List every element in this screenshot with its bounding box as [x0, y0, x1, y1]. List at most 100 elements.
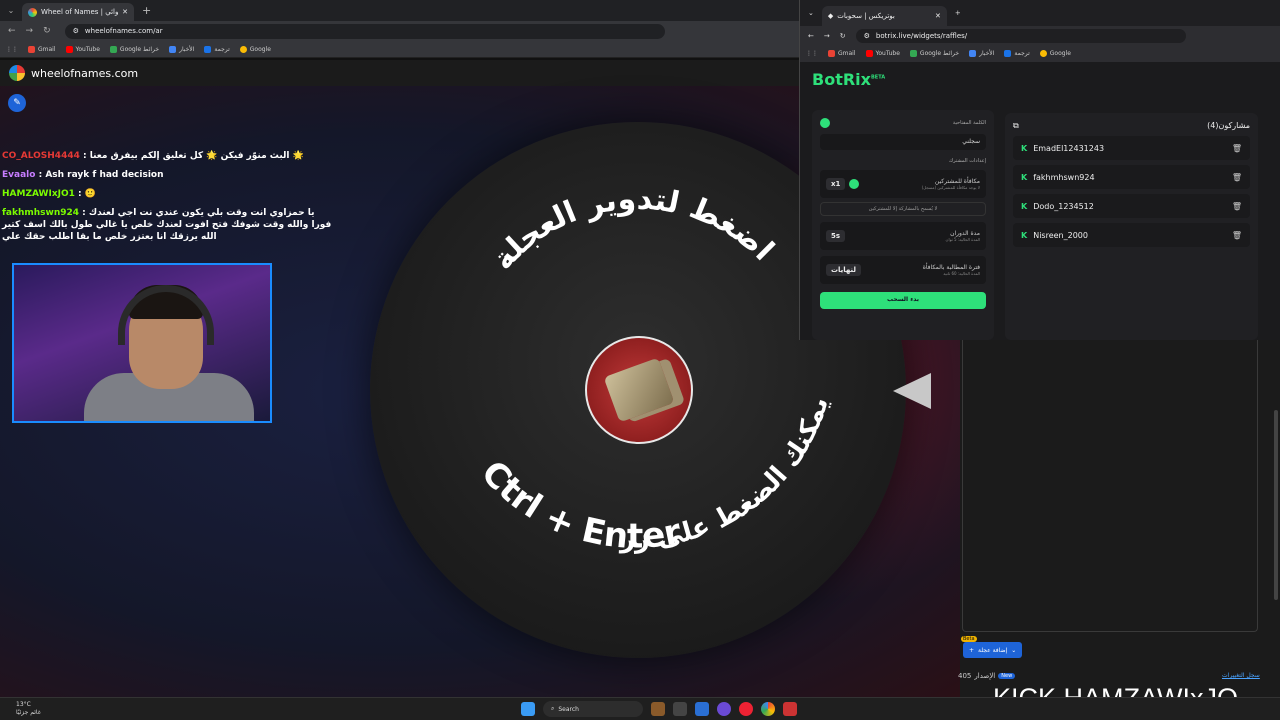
app-icon[interactable]: [739, 702, 753, 716]
raffle-config-card: الكلمة المفتاحية سجلني إعدادات المشترك x…: [812, 110, 994, 340]
tab-list-icon[interactable]: ⌄: [0, 6, 22, 15]
botrix-popup-window: ⌄ ◆ بوتريكس | سحوبات ✕ + ← → ↻ ⚙ botrix.…: [799, 0, 1280, 340]
discord-icon[interactable]: [717, 702, 731, 716]
tab-botrix[interactable]: ◆ بوتريكس | سحوبات ✕: [821, 6, 947, 26]
close-icon[interactable]: ✕: [935, 12, 941, 20]
tab-wheel-of-names[interactable]: Wheel of Names | اسم العشوائي ✕: [22, 3, 134, 21]
trash-icon[interactable]: 🗑: [1232, 173, 1242, 182]
start-raffle-button[interactable]: بدء السحب: [820, 292, 986, 309]
bookmark-google[interactable]: Google: [1039, 50, 1071, 57]
back-icon[interactable]: ←: [8, 26, 16, 36]
duration-select[interactable]: 5s: [826, 230, 846, 242]
back-icon[interactable]: ←: [808, 32, 814, 40]
add-wheel-button[interactable]: + إضافة عجلة ⌄: [963, 642, 1023, 658]
botrix-logo[interactable]: BotRixBETA: [812, 70, 885, 89]
bookmark-google[interactable]: Google: [239, 45, 271, 53]
trash-icon[interactable]: 🗑: [1232, 202, 1242, 211]
bookmark-maps[interactable]: Google خرائط: [909, 50, 959, 57]
headset-icon: [118, 285, 214, 345]
bookmark-maps[interactable]: Google خرائط: [109, 45, 159, 53]
claim-sub: المدة الحالية: 60 ثانية: [943, 271, 980, 276]
site-info-icon[interactable]: ⚙: [864, 32, 870, 40]
claim-row: لنهايات فترة المطالبة بالمكافأة المدة ال…: [820, 256, 986, 284]
bookmark-gmail[interactable]: Gmail: [28, 45, 56, 53]
wheel-favicon-icon: [28, 7, 37, 17]
scrollbar[interactable]: [1274, 410, 1278, 600]
participants-card: ⧉ (4)مشاركون K EmadEl12431243 🗑 Kfakhmhswn…: [1005, 113, 1258, 340]
bookmark-youtube[interactable]: YouTube: [65, 45, 100, 53]
new-tab-icon[interactable]: +: [955, 9, 961, 17]
widget-icon[interactable]: [651, 702, 665, 716]
edit-pencil-icon[interactable]: ✎: [8, 94, 26, 112]
bookmark-gmail[interactable]: Gmail: [828, 50, 856, 57]
close-icon[interactable]: ✕: [122, 8, 128, 16]
bookmarks-bar: ⋮⋮ Gmail YouTube Google خرائط الأخبار تر…: [0, 41, 800, 58]
new-badge: New: [998, 673, 1016, 679]
task-view-icon[interactable]: [673, 702, 687, 716]
windows-start-icon[interactable]: [521, 702, 535, 716]
popup-bookmarks-bar: ⋮⋮ Gmail YouTube Google خرائط الأخبار تر…: [800, 45, 1280, 62]
kick-icon: K: [1021, 172, 1028, 182]
bookmark-translate[interactable]: ترجمة: [204, 45, 230, 53]
site-name[interactable]: wheelofnames.com: [31, 67, 138, 80]
url-field[interactable]: ⚙ wheelofnames.com/ar: [64, 23, 665, 39]
bookmark-translate[interactable]: ترجمة: [1004, 50, 1030, 57]
bookmark-youtube[interactable]: YouTube: [865, 50, 900, 57]
chevron-down-icon[interactable]: ⌄: [1011, 647, 1016, 654]
site-info-icon[interactable]: ⚙: [73, 27, 79, 35]
subs-bonus-row: x1 مكافأة للمشتركين لا يوجد مكافأة للمشت…: [820, 170, 986, 198]
keyword-toggle[interactable]: [820, 118, 830, 128]
url-text: wheelofnames.com/ar: [84, 27, 163, 35]
taskbar: 13°C غائم جزئيًا ⌕ Search: [0, 697, 1280, 720]
participant-row[interactable]: K Nisreen_2000 🗑: [1013, 223, 1250, 247]
subs-only-checkbox[interactable]: لا يُسمح بالمشاركة إلا للمشتركين: [820, 202, 986, 216]
subs-sub: لا يوجد مكافأة للمشتركين (مسجل): [921, 185, 980, 190]
bookmark-news[interactable]: الأخبار: [969, 50, 994, 57]
settings-label: إعدادات المشترك: [949, 158, 986, 164]
keyword-input[interactable]: سجلني: [820, 134, 986, 150]
version-number: 405: [958, 672, 972, 680]
wheel-logo-icon[interactable]: [9, 65, 25, 81]
participant-row[interactable]: K Dodo_1234512 🗑: [1013, 194, 1250, 218]
subs-bonus-toggle[interactable]: [849, 179, 860, 189]
taskbar-search[interactable]: ⌕ Search: [543, 701, 643, 717]
apps-icon[interactable]: ⋮⋮: [806, 50, 818, 57]
beta-badge: BETA: [870, 74, 886, 81]
new-tab-icon[interactable]: +: [142, 4, 151, 17]
duration-row: 5s مدة الدوران المدة الحالية: 5 ثوان: [820, 222, 986, 250]
screen: ⌄ Wheel of Names | اسم العشوائي ✕ + ← → …: [0, 0, 1280, 720]
entries-textarea[interactable]: [962, 340, 1258, 632]
popup-url-field[interactable]: ⚙ botrix.live/widgets/raffles/: [855, 28, 1186, 43]
subs-multiplier-select[interactable]: x1: [826, 178, 846, 190]
chat-message: Evaalo : Ash rayk f had decision: [2, 170, 164, 180]
weather-widget[interactable]: 13°C غائم جزئيًا: [16, 701, 41, 717]
trash-icon[interactable]: 🗑: [1232, 231, 1242, 240]
forward-icon[interactable]: →: [824, 32, 830, 40]
trash-icon[interactable]: 🗑: [1232, 144, 1242, 153]
chrome-icon[interactable]: [761, 702, 775, 716]
tab-list-icon[interactable]: ⌄: [808, 9, 814, 17]
forward-icon[interactable]: →: [26, 26, 34, 36]
claim-select[interactable]: لنهايات: [826, 264, 862, 276]
claim-label: فترة المطالبة بالمكافأة: [922, 264, 980, 271]
wheel-center-image[interactable]: [585, 336, 693, 444]
app-icon[interactable]: [695, 702, 709, 716]
keyword-label: الكلمة المفتاحية: [952, 120, 986, 126]
participants-title: (4)مشاركون: [1207, 121, 1250, 130]
bookmark-news[interactable]: الأخبار: [169, 45, 194, 53]
kick-icon: K: [1021, 201, 1028, 211]
copy-icon[interactable]: ⧉: [1013, 121, 1019, 131]
changelog-link[interactable]: سجل التغييرات: [1222, 672, 1260, 679]
webcam-overlay: [12, 263, 272, 423]
apps-icon[interactable]: ⋮⋮: [6, 46, 18, 53]
duration-sub: المدة الحالية: 5 ثوان: [945, 237, 980, 242]
participant-row[interactable]: K EmadEl12431243 🗑: [1013, 136, 1250, 160]
spin-hint-top: اضغط لتدوير العجلة: [486, 182, 781, 277]
chat-message: CO_ALOSH4444 : البث منوّر فيكن 🌟 كل تعلي…: [2, 151, 304, 161]
reload-icon[interactable]: ↻: [840, 32, 846, 40]
brave-icon[interactable]: [783, 702, 797, 716]
reload-icon[interactable]: ↻: [43, 26, 51, 36]
wheel-pointer-icon: [893, 373, 931, 409]
kick-icon: K: [1021, 143, 1028, 153]
participant-row[interactable]: Kfakhmhswn924 🗑: [1013, 165, 1250, 189]
